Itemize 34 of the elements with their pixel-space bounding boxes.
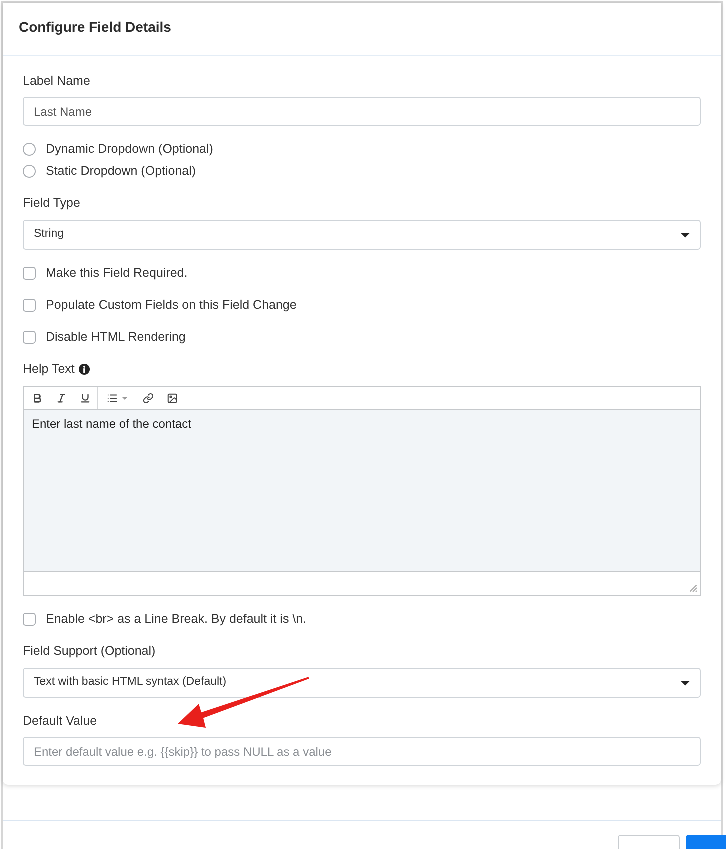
link-icon [142,392,154,404]
dialog-title: Configure Field Details [19,18,172,36]
field-label: Label Name [23,73,90,90]
editor-text-area[interactable]: Enter last name of the contact [24,410,700,571]
radio-button[interactable] [23,142,36,156]
field-label: Default Value [23,713,98,730]
underline-icon [80,392,90,404]
checkbox[interactable] [23,266,36,280]
info-icon [78,364,90,374]
checkbox[interactable] [23,298,36,312]
resize-grip-icon[interactable] [690,585,697,592]
checkbox[interactable] [23,330,36,344]
caret-icon [681,680,690,686]
bold-icon [32,392,42,404]
caret-icon [681,232,690,238]
secondary-button[interactable] [618,835,680,849]
checkbox-label: Disable HTML Rendering [46,329,186,346]
text-input[interactable]: Enter default value e.g. {{skip}} to pass NULL as a value [23,737,701,766]
select-dropdown[interactable]: Text with basic HTML syntax (Default) [23,668,701,698]
radio-label: Dynamic Dropdown (Optional) [46,141,214,158]
image-icon [166,392,178,404]
checkbox-label: Populate Custom Fields on this Field Change [46,297,297,314]
text-input[interactable]: Last Name [23,97,701,126]
italic-icon [56,392,66,404]
caret-icon [122,396,128,400]
field-label: Field Support (Optional) [23,643,156,660]
field-label: Field Type [23,195,80,212]
checkbox-label: Enable <br> as a Line Break. By default it is \n. [46,611,307,628]
checkbox[interactable] [23,612,36,626]
checkbox-label: Make this Field Required. [46,265,188,282]
field-label: Help Text [23,361,75,378]
radio-label: Static Dropdown (Optional) [46,163,196,180]
radio-button[interactable] [23,164,36,178]
select-dropdown[interactable]: String [23,220,701,250]
